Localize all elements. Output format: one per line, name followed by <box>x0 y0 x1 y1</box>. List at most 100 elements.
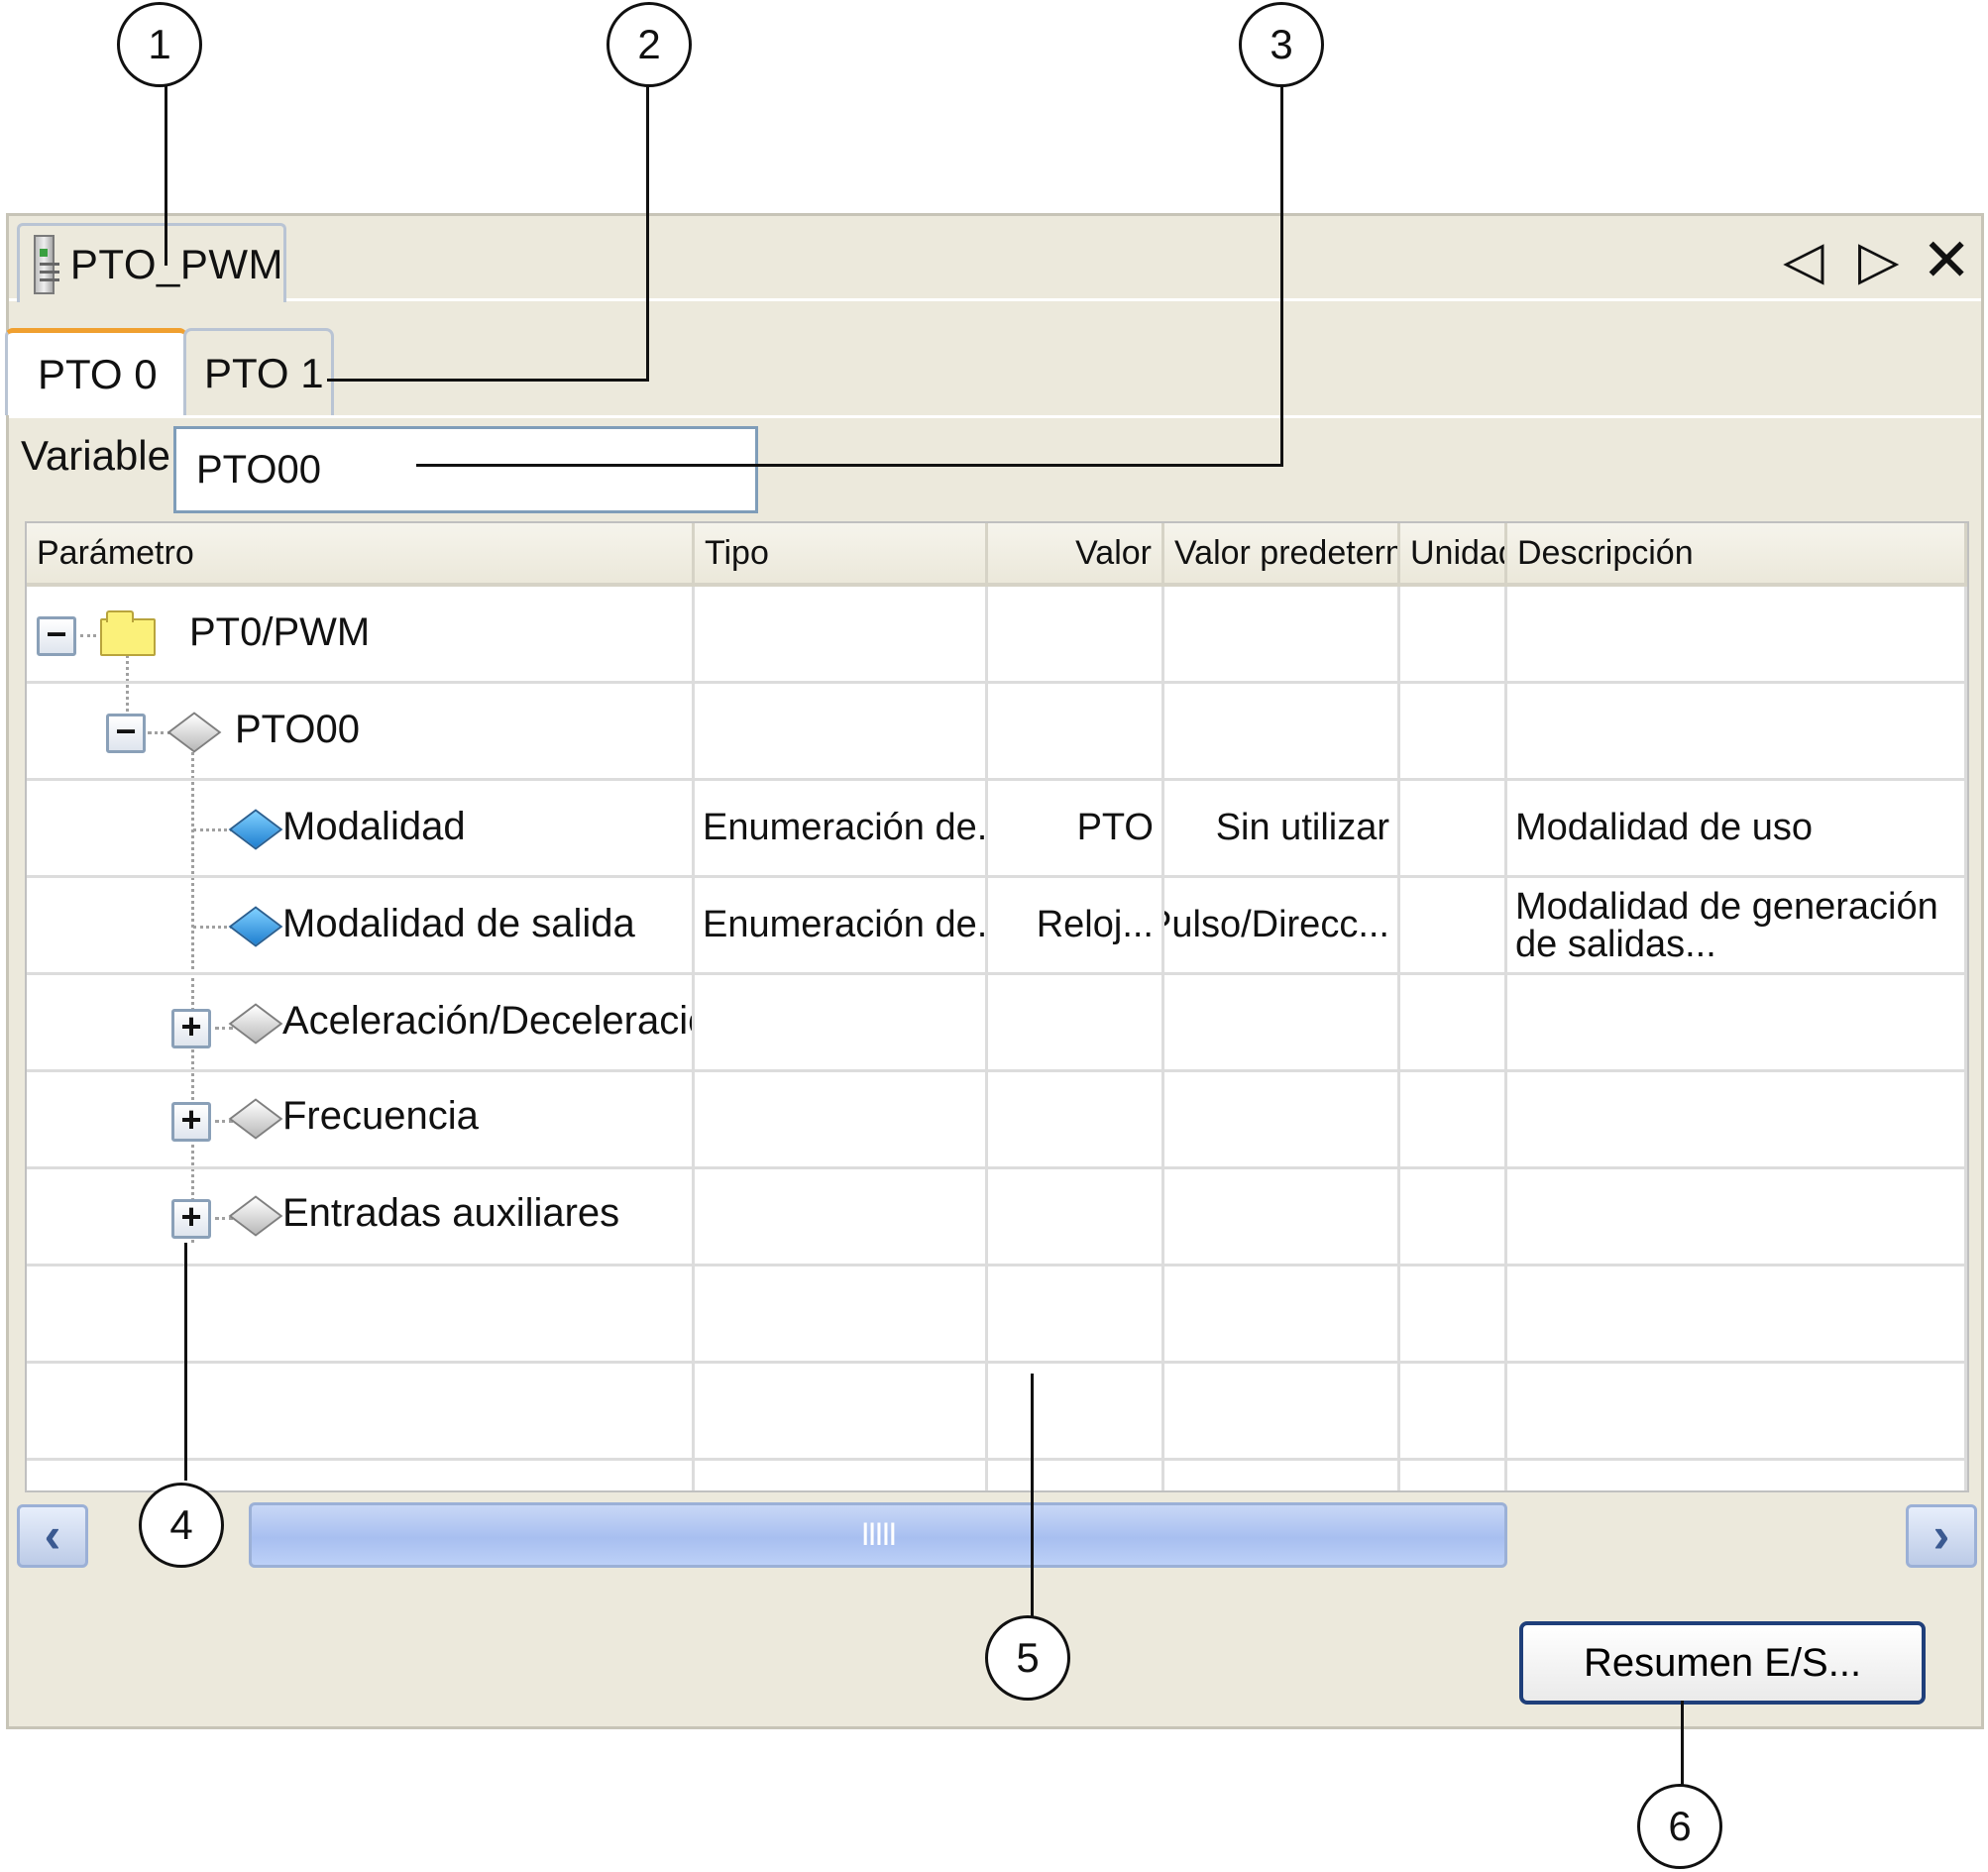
value-cell <box>988 684 1164 778</box>
type-cell: Enumeración de... <box>695 781 988 875</box>
callout-5: 5 <box>985 1615 1070 1701</box>
callout-6: 6 <box>1637 1784 1722 1869</box>
column-header-tipo[interactable]: Tipo <box>695 523 988 587</box>
node-label: PTO00 <box>235 708 360 751</box>
unit-cell <box>1400 684 1507 778</box>
variable-label: Variable: <box>21 432 182 479</box>
callout-leader-2 <box>646 85 649 381</box>
parameter-group-icon <box>228 1098 283 1140</box>
device-icon <box>34 234 59 294</box>
expand-toggle[interactable]: + <box>171 1102 211 1142</box>
node-label: Modalidad de salida <box>282 902 635 945</box>
next-tab-icon[interactable]: ▷ <box>1858 234 1900 287</box>
value-cell <box>988 587 1164 681</box>
default-cell: Pulso/Direcc... <box>1164 878 1400 972</box>
description-cell: Modalidad de uso <box>1507 781 1967 875</box>
default-cell <box>1164 1169 1400 1264</box>
callout-2: 2 <box>607 2 692 87</box>
callout-leader-4 <box>184 1243 187 1481</box>
column-header-descripcion[interactable]: Descripción <box>1507 523 1967 587</box>
document-tab-pto-pwm[interactable]: PTO_PWM <box>17 223 286 302</box>
parameter-icon <box>228 809 283 850</box>
default-cell <box>1164 1072 1400 1166</box>
previous-tab-icon[interactable]: ◁ <box>1783 234 1824 287</box>
value-cell <box>988 1169 1164 1264</box>
node-label: Entradas auxiliares <box>282 1191 620 1235</box>
value-cell <box>988 1072 1164 1166</box>
table-row[interactable]: Modalidad de salida Enumeración de... Re… <box>27 878 1967 975</box>
tree-connector <box>215 1027 233 1030</box>
column-header-valor[interactable]: Valor <box>988 523 1164 587</box>
node-label: PT0/PWM <box>189 610 371 654</box>
value-cell[interactable]: PTO <box>988 781 1164 875</box>
description-cell <box>1507 975 1967 1069</box>
editor-window: PTO_PWM ◁ ▷ ✕ PTO 0 PTO 1 Variable: PTO0… <box>5 213 1984 1729</box>
close-icon[interactable]: ✕ <box>1922 231 1971 290</box>
tab-content: Variable: PTO00 Parámetro Tipo Valor Val… <box>9 415 1981 1626</box>
callout-leader-5 <box>1031 1374 1034 1617</box>
default-cell <box>1164 684 1400 778</box>
value-cell <box>988 975 1164 1069</box>
callout-leader-3 <box>1280 85 1283 466</box>
parameter-group-icon <box>228 1003 283 1045</box>
column-header-valor-predeterm[interactable]: Valor predeterm. <box>1164 523 1400 587</box>
callout-1: 1 <box>117 2 202 87</box>
expand-toggle[interactable]: + <box>171 1009 211 1048</box>
description-cell <box>1507 1169 1967 1264</box>
horizontal-scrollbar[interactable]: ‹ IIIII › <box>17 1498 1977 1570</box>
callout-leader-3h <box>416 464 1283 467</box>
node-label: Frecuencia <box>282 1094 479 1138</box>
callout-4: 4 <box>139 1483 224 1568</box>
folder-icon <box>100 610 156 656</box>
collapse-toggle[interactable]: − <box>37 616 76 656</box>
description-cell <box>1507 1072 1967 1166</box>
table-row[interactable]: − PTO00 <box>27 684 1967 781</box>
empty-row <box>27 1461 1967 1490</box>
description-cell <box>1507 684 1967 778</box>
io-summary-button[interactable]: Resumen E/S... <box>1519 1621 1926 1705</box>
parameter-icon <box>228 906 283 947</box>
scroll-right-button[interactable]: › <box>1906 1504 1977 1568</box>
variable-input[interactable]: PTO00 <box>173 426 758 513</box>
callout-leader-2h <box>327 379 649 382</box>
table-row[interactable]: + Frecuencia <box>27 1072 1967 1169</box>
document-tab-bar: PTO_PWM ◁ ▷ ✕ <box>9 216 1981 302</box>
callout-leader-6 <box>1681 1701 1684 1788</box>
type-cell <box>695 975 988 1069</box>
empty-row <box>27 1266 1967 1364</box>
type-cell <box>695 1169 988 1264</box>
document-tab-label: PTO_PWM <box>69 240 283 287</box>
callout-leader-1 <box>165 85 167 266</box>
unit-cell <box>1400 1169 1507 1264</box>
column-header-unidad[interactable]: Unidad <box>1400 523 1507 587</box>
table-row[interactable]: − PT0/PWM <box>27 587 1967 684</box>
description-cell: Modalidad de generación de salidas... <box>1507 878 1967 972</box>
scrollbar-thumb[interactable]: IIIII <box>249 1502 1507 1568</box>
unit-cell <box>1400 781 1507 875</box>
tab-pto-0[interactable]: PTO 0 <box>5 328 187 415</box>
value-cell[interactable]: Reloj... <box>988 878 1164 972</box>
collapse-toggle[interactable]: − <box>106 714 146 753</box>
tree-connector <box>80 634 96 637</box>
node-label: Modalidad <box>282 805 466 848</box>
type-cell <box>695 1072 988 1166</box>
type-cell: Enumeración de... <box>695 878 988 972</box>
unit-cell <box>1400 1072 1507 1166</box>
empty-row <box>27 1364 1967 1461</box>
unit-cell <box>1400 975 1507 1069</box>
table-row[interactable]: Modalidad Enumeración de... PTO Sin util… <box>27 781 1967 878</box>
tab-pto-1[interactable]: PTO 1 <box>183 328 334 415</box>
type-cell <box>695 587 988 681</box>
unit-cell <box>1400 587 1507 681</box>
type-cell <box>695 684 988 778</box>
table-row[interactable]: + Entradas auxiliares <box>27 1169 1967 1266</box>
column-header-parametro[interactable]: Parámetro <box>27 523 695 587</box>
table-row[interactable]: + Aceleración/Deceleración <box>27 975 1967 1072</box>
default-cell: Sin utilizar <box>1164 781 1400 875</box>
unit-cell <box>1400 878 1507 972</box>
parameter-group-icon <box>166 712 222 753</box>
default-cell <box>1164 587 1400 681</box>
default-cell <box>1164 975 1400 1069</box>
scroll-left-button[interactable]: ‹ <box>17 1504 88 1568</box>
expand-toggle[interactable]: + <box>171 1199 211 1239</box>
